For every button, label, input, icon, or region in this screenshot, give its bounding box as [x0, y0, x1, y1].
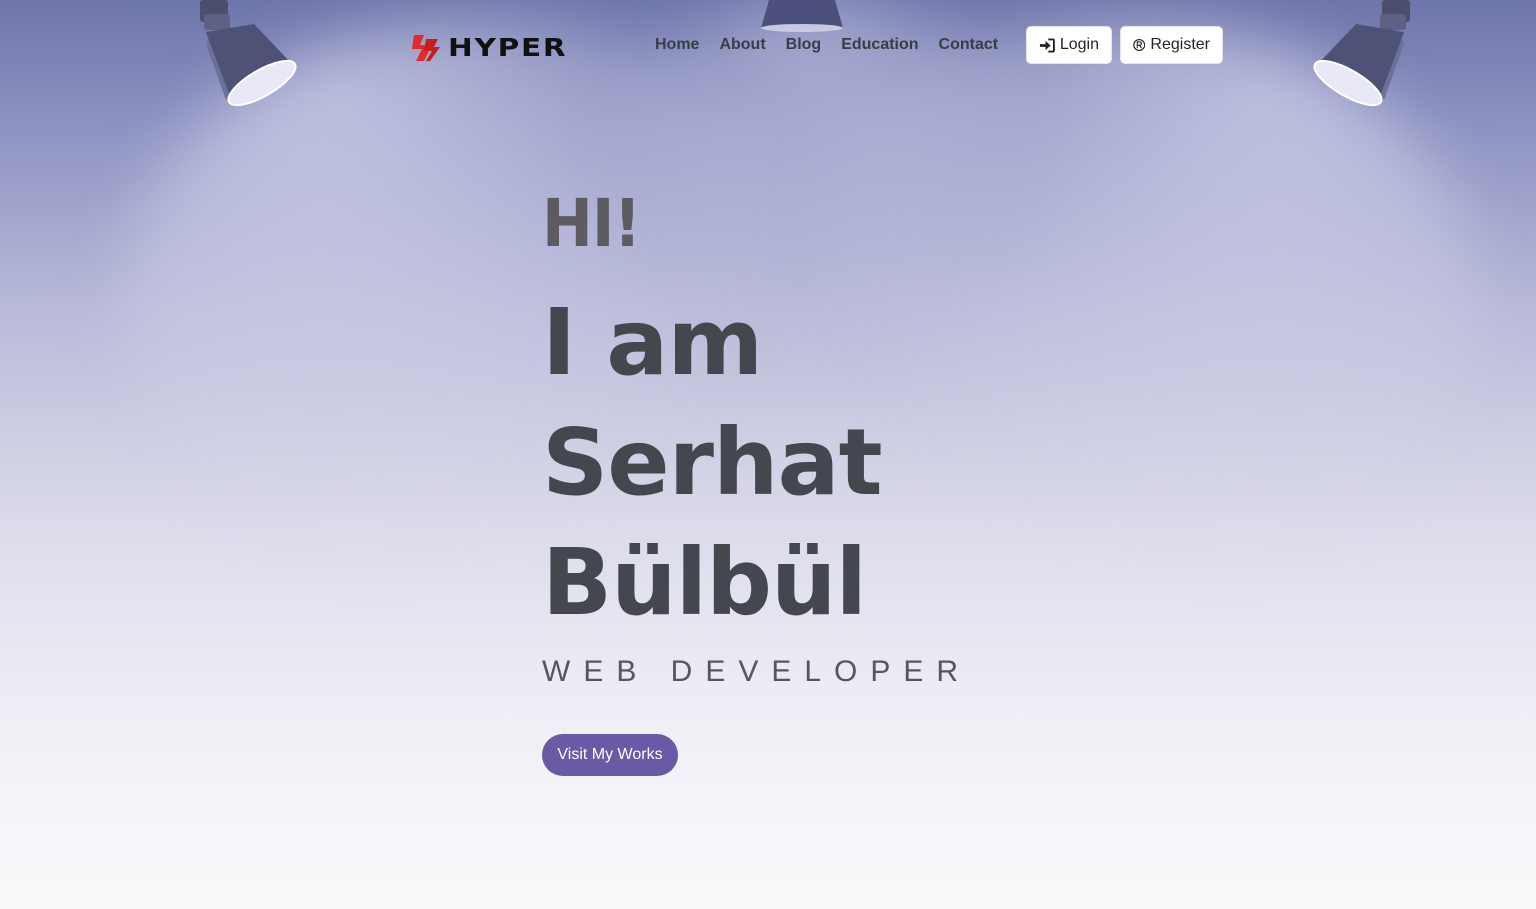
nav-link-contact[interactable]: Contact	[939, 36, 999, 54]
register-button[interactable]: Register	[1120, 26, 1223, 64]
nav-link-blog[interactable]: Blog	[786, 36, 822, 54]
nav-link-about[interactable]: About	[719, 36, 765, 54]
registered-icon	[1133, 38, 1146, 52]
visit-my-works-button[interactable]: Visit My Works	[542, 734, 678, 776]
hero-last-name: Bülbül	[542, 529, 867, 636]
nav-link-home[interactable]: Home	[655, 36, 699, 54]
brand-name: HYPER	[448, 32, 568, 62]
hero-greeting: HI!	[542, 185, 641, 262]
hero-intro-line: I am	[542, 289, 763, 396]
nav-link-education[interactable]: Education	[841, 36, 918, 54]
hyper-logo-icon	[412, 35, 440, 61]
login-label: Login	[1059, 36, 1099, 53]
nav-links: Home About Blog Education Contact	[655, 36, 1018, 54]
hero-first-name: Serhat	[542, 409, 883, 516]
navbar: HYPER Home About Blog Education Contact …	[0, 0, 1536, 90]
sign-in-icon	[1039, 38, 1055, 52]
register-label: Register	[1150, 36, 1210, 53]
login-button[interactable]: Login	[1026, 26, 1112, 64]
brand-logo[interactable]: HYPER	[412, 30, 566, 64]
hero-role: WEB DEVELOPER	[542, 655, 972, 688]
